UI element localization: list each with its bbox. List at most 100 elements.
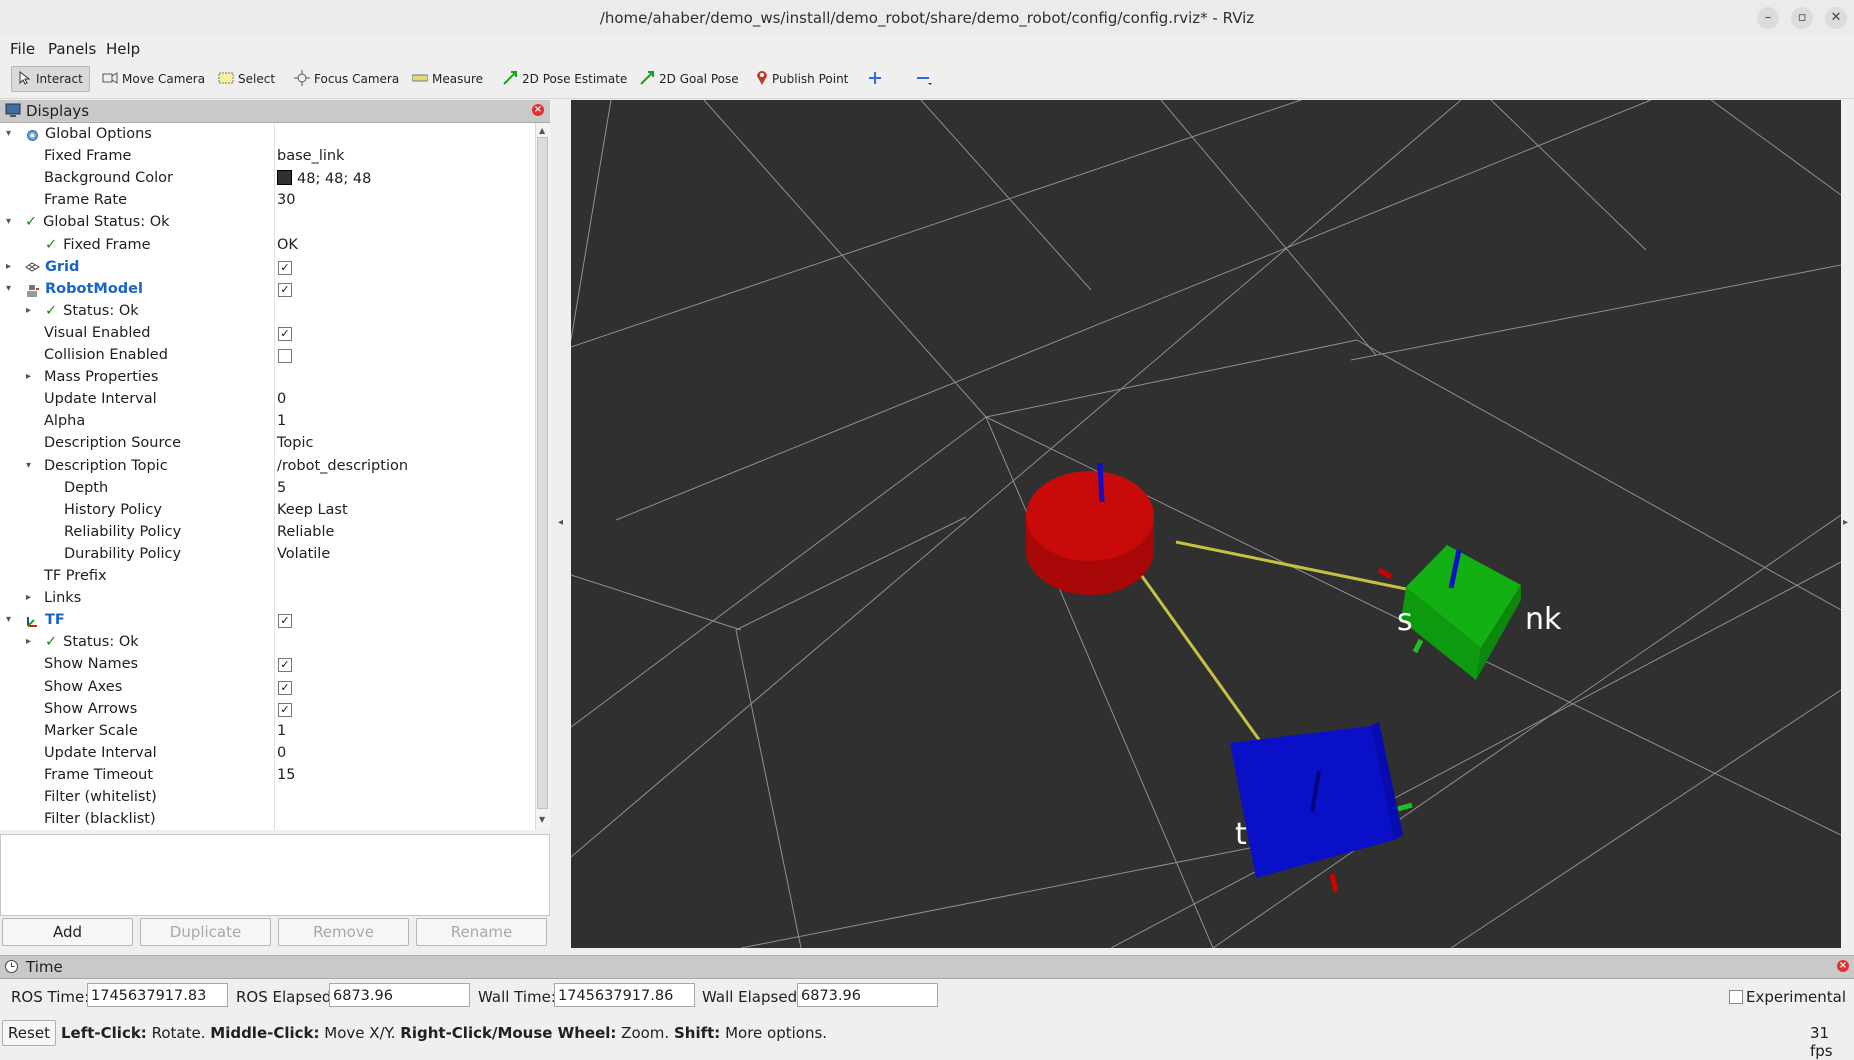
minimize-icon[interactable]: – <box>1757 7 1779 29</box>
tree-row[interactable]: Filter (whitelist) <box>0 788 535 809</box>
tree-row[interactable]: ▾ TF ✓ <box>0 611 535 632</box>
collapse-left-icon[interactable]: ◂ <box>558 517 563 528</box>
tree-row-value[interactable]: 1 <box>277 413 286 429</box>
tree-row-value[interactable]: OK <box>277 237 298 253</box>
interact-tool[interactable]: Interact <box>11 66 90 92</box>
focus-camera-tool[interactable]: Focus Camera <box>294 67 399 91</box>
rename-button[interactable]: Rename <box>416 918 547 946</box>
tree-row[interactable]: Show Arrows ✓ <box>0 700 535 721</box>
tree-row-value[interactable]: 0 <box>277 745 286 761</box>
wall-elapsed-field[interactable]: 6873.96 <box>797 983 938 1007</box>
expanded-arrow-icon[interactable]: ▾ <box>6 614 11 625</box>
close-time-icon[interactable]: × <box>1837 960 1849 972</box>
tree-row-value[interactable]: Reliable <box>277 524 334 540</box>
menu-panels[interactable]: Panels <box>48 40 96 58</box>
enable-checkbox[interactable]: ✓ <box>278 702 292 717</box>
tree-row[interactable]: ▾ Description Topic/robot_description <box>0 457 535 478</box>
tree-row[interactable]: ▸ ✓ Status: Ok <box>0 633 535 654</box>
tree-row[interactable]: Filter (blacklist) <box>0 810 535 830</box>
tree-row[interactable]: ▾ Global Options <box>0 125 535 146</box>
tree-row-value[interactable]: Keep Last <box>277 502 348 518</box>
tree-row-value[interactable]: 5 <box>277 480 286 496</box>
tree-row-value[interactable]: /robot_description <box>277 458 408 474</box>
enable-checkbox[interactable]: ✓ <box>278 658 292 673</box>
tree-row[interactable]: ▸ Mass Properties <box>0 368 535 389</box>
select-tool[interactable]: Select <box>218 67 275 91</box>
tree-row[interactable]: ✓ Fixed Frame OK <box>0 236 535 257</box>
tree-row[interactable]: Collision Enabled <box>0 346 535 367</box>
publish-point-tool[interactable]: Publish Point <box>756 67 848 91</box>
tree-row[interactable]: Show Names ✓ <box>0 655 535 676</box>
close-displays-icon[interactable]: × <box>532 104 544 116</box>
collapsed-arrow-icon[interactable]: ▸ <box>6 261 11 272</box>
collapsed-arrow-icon[interactable]: ▸ <box>26 592 31 603</box>
ros-elapsed-field[interactable]: 6873.96 <box>329 983 470 1007</box>
collapsed-arrow-icon[interactable]: ▸ <box>26 636 31 647</box>
move-camera-tool[interactable]: Move Camera <box>102 67 205 91</box>
tree-row[interactable]: Visual Enabled ✓ <box>0 324 535 345</box>
wall-time-field[interactable]: 1745637917.86 <box>554 983 695 1007</box>
scrollbar-thumb[interactable] <box>537 137 548 809</box>
tree-row[interactable]: Frame Timeout 15 <box>0 766 535 787</box>
experimental-checkbox[interactable] <box>1729 990 1743 1004</box>
displays-scrollbar[interactable]: ▲ ▼ <box>535 123 550 830</box>
tree-row-value[interactable]: 30 <box>277 192 295 208</box>
tree-row-value[interactable]: 48; 48; 48 <box>277 170 371 187</box>
tree-row[interactable]: Show Axes ✓ <box>0 678 535 699</box>
tree-row[interactable]: History Policy Keep Last <box>0 501 535 522</box>
add-tool-button[interactable] <box>868 67 882 91</box>
duplicate-button[interactable]: Duplicate <box>140 918 271 946</box>
pose-estimate-tool[interactable]: 2D Pose Estimate <box>502 67 627 91</box>
close-icon[interactable]: ✕ <box>1825 7 1847 29</box>
reset-button[interactable]: Reset <box>2 1020 56 1046</box>
add-button[interactable]: Add <box>2 918 133 946</box>
tree-row[interactable]: ▸ Links <box>0 589 535 610</box>
tree-row[interactable]: Fixed Frame base_link <box>0 147 535 168</box>
maximize-icon[interactable]: ▫ <box>1791 7 1813 29</box>
tree-row[interactable]: Background Color 48; 48; 48 <box>0 169 535 190</box>
tree-row[interactable]: Reliability Policy Reliable <box>0 523 535 544</box>
color-swatch[interactable] <box>277 170 292 186</box>
tree-row[interactable]: ▸ ✓ Status: Ok <box>0 302 535 323</box>
tree-row[interactable]: Depth 5 <box>0 479 535 500</box>
enable-checkbox[interactable] <box>278 349 292 363</box>
measure-tool[interactable]: Measure <box>411 67 483 91</box>
tree-row[interactable]: Alpha 1 <box>0 412 535 433</box>
tree-row-value[interactable]: Volatile <box>277 546 330 562</box>
scene-canvas[interactable]: s nk t <box>570 99 1842 949</box>
tree-row[interactable]: Update Interval 0 <box>0 390 535 411</box>
remove-button[interactable]: Remove <box>278 918 409 946</box>
tree-row[interactable]: ▾ RobotModel ✓ <box>0 280 535 301</box>
tree-row[interactable]: Durability Policy Volatile <box>0 545 535 566</box>
expanded-arrow-icon[interactable]: ▾ <box>6 283 11 294</box>
menu-file[interactable]: File <box>10 40 35 58</box>
tree-row[interactable]: Update Interval 0 <box>0 744 535 765</box>
tree-row-value[interactable]: 0 <box>277 391 286 407</box>
tree-row[interactable]: ▸ Grid ✓ <box>0 258 535 279</box>
enable-checkbox[interactable]: ✓ <box>278 260 292 275</box>
collapsed-arrow-icon[interactable]: ▸ <box>26 305 31 316</box>
tree-row[interactable]: ▾ ✓ Global Status: Ok <box>0 213 535 234</box>
tree-row-value[interactable]: Topic <box>277 435 313 451</box>
collapsed-arrow-icon[interactable]: ▸ <box>26 371 31 382</box>
tree-row[interactable]: Marker Scale 1 <box>0 722 535 743</box>
scroll-up-icon[interactable]: ▲ <box>539 126 545 135</box>
tree-row[interactable]: Description Source Topic <box>0 434 535 455</box>
enable-checkbox[interactable]: ✓ <box>278 326 292 341</box>
tree-row[interactable]: Frame Rate 30 <box>0 191 535 212</box>
tree-row-value[interactable]: base_link <box>277 148 344 164</box>
tree-row-value[interactable]: 15 <box>277 767 295 783</box>
expanded-arrow-icon[interactable]: ▾ <box>26 460 31 471</box>
expanded-arrow-icon[interactable]: ▾ <box>6 216 11 227</box>
expanded-arrow-icon[interactable]: ▾ <box>6 128 11 139</box>
goal-pose-tool[interactable]: 2D Goal Pose <box>639 67 739 91</box>
tree-row[interactable]: TF Prefix <box>0 567 535 588</box>
enable-checkbox[interactable]: ✓ <box>278 680 292 695</box>
tree-row-value[interactable]: 1 <box>277 723 286 739</box>
scroll-down-icon[interactable]: ▼ <box>539 815 545 824</box>
render-viewport[interactable]: s nk t <box>570 99 1842 949</box>
displays-tree[interactable]: ▾ Global Options Fixed Frame base_link Backg… <box>0 123 536 830</box>
menu-help[interactable]: Help <box>106 40 140 58</box>
collapse-right-icon[interactable]: ▸ <box>1843 517 1848 528</box>
enable-checkbox[interactable]: ✓ <box>278 282 292 297</box>
